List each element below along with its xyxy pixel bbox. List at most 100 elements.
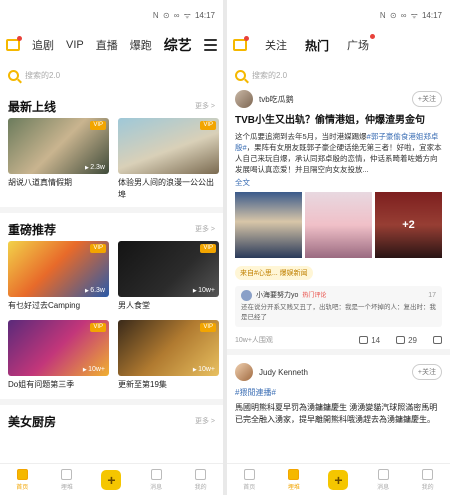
video-title: 胡说八道真情假期 [8, 178, 72, 187]
follow-button[interactable]: +关注 [411, 91, 442, 107]
avatar [241, 290, 252, 301]
tab-variety[interactable]: 综艺 [164, 35, 192, 55]
section-header: 重磅推荐 更多 > [0, 217, 223, 241]
comment-count: 29 [408, 335, 417, 345]
bookmark-icon [288, 468, 300, 480]
full-text-link[interactable]: 全文 [227, 177, 450, 188]
comment-button[interactable]: 29 [396, 336, 417, 345]
author-name[interactable]: tvb吃瓜鹅 [259, 94, 406, 105]
status-bar: N ⊙ ∞ ᯤ 14:17 [0, 0, 223, 30]
tab-community[interactable]: 埋堆 [52, 468, 82, 491]
video-title: 体验男人间的浪漫一公公出埠 [118, 178, 214, 199]
play-count: 6.3w [85, 287, 105, 294]
clock: 14:17 [194, 10, 215, 20]
avatar[interactable] [235, 90, 253, 108]
post-text: 这个瓜要追溯到去年5月，当时港媒踢爆 [235, 132, 367, 141]
tab-vip[interactable]: VIP [66, 39, 84, 51]
divider [227, 349, 450, 355]
section-title: 重磅推荐 [8, 222, 57, 237]
video-card[interactable]: VIP 6.3w 有乜好过去Camping [8, 241, 109, 312]
vip-badge: VIP [200, 244, 216, 253]
post-image[interactable] [235, 192, 302, 258]
comment-user: 小海要努力yo [256, 291, 299, 299]
tab-create[interactable]: + [96, 469, 126, 490]
hot-comment[interactable]: 小海要努力yo 热门评论 17 还在说分开系又贱又丑了，出轨吧：我是一个坏掉的人… [235, 286, 442, 327]
topic-tag[interactable]: 来自#心思... 爆娱新闻 [235, 266, 313, 280]
bookmark-icon [61, 468, 73, 480]
home-icon [16, 468, 28, 480]
avatar[interactable] [235, 363, 253, 381]
tab-following[interactable]: 关注 [265, 37, 287, 53]
tab-messages[interactable]: 消息 [141, 468, 171, 491]
video-card[interactable]: VIP 10w+ 男人食堂 [118, 241, 219, 312]
menu-icon[interactable] [204, 39, 217, 51]
tab-profile[interactable]: 我的 [186, 468, 216, 491]
video-title: 更新至第19集 [118, 380, 167, 389]
post-title[interactable]: TVB小生又出轨？偷情港姐，仲爆渣男金句 [227, 112, 450, 129]
comment-text: 还在说分开系又贱又丑了，出轨吧：我是一个坏掉的人：复出时：我是已经了 [241, 304, 436, 321]
author-name[interactable]: Judy Kenneth [259, 368, 406, 377]
tab-square[interactable]: 广场 [347, 34, 376, 53]
post-actions: 10w+人围观 14 29 [227, 331, 450, 349]
tab-label: 首页 [243, 484, 256, 491]
hot-comment-tag: 热门评论 [302, 292, 327, 299]
vip-badge: VIP [200, 323, 216, 332]
video-card[interactable]: VIP 10w+ 更新至第19集 [118, 320, 219, 391]
tab-community[interactable]: 埋堆 [279, 468, 309, 491]
post-image[interactable] [305, 192, 372, 258]
tab-label: 我的 [421, 484, 434, 491]
search-placeholder: 搜索的2.0 [25, 70, 61, 80]
tab-profile[interactable]: 我的 [413, 468, 443, 491]
video-thumbnail: VIP 10w+ [118, 241, 219, 297]
share-button[interactable] [433, 336, 442, 344]
status-bar: N ⊙ ∞ ᯤ 14:17 [227, 0, 450, 30]
tab-label: 消息 [150, 484, 163, 491]
video-card[interactable]: VIP 2.3w 胡说八道真情假期 [8, 118, 109, 201]
post-body[interactable]: 馬國明熊科夏早罚為湧鏞鏞慶生 湧湧變貓汽球照滿密馬明已完全融入湧家，提早離開熊科… [227, 400, 450, 428]
search-icon [235, 69, 246, 81]
video-thumbnail: VIP 10w+ [8, 320, 109, 376]
message-icon [377, 468, 389, 480]
search-bar[interactable]: 搜索的2.0 [233, 64, 444, 86]
channel-icon[interactable] [233, 36, 249, 51]
tab-drama[interactable]: 追剧 [32, 37, 54, 53]
tab-hot[interactable]: 热门 [305, 37, 329, 54]
clock: 14:17 [421, 10, 442, 20]
play-count: 2.3w [85, 164, 105, 171]
more-link[interactable]: 更多 > [195, 416, 215, 426]
post-body[interactable]: 这个瓜要追溯到去年5月，当时港媒踢爆#郭子豪偷食港姐郑卓殷#，果阵有女朋友既郭子… [227, 129, 450, 177]
video-thumbnail: VIP [118, 118, 219, 174]
more-link[interactable]: 更多 > [195, 224, 215, 234]
video-card[interactable]: VIP 体验男人间的浪漫一公公出埠 [118, 118, 219, 201]
tab-live[interactable]: 直播 [96, 37, 118, 53]
video-thumbnail: VIP 10w+ [118, 320, 219, 376]
divider [0, 207, 223, 213]
vip-badge: VIP [90, 244, 106, 253]
video-card[interactable]: VIP 10w+ Do姐有问题第三季 [8, 320, 109, 391]
tab-home[interactable]: 首页 [7, 468, 37, 491]
more-link[interactable]: 更多 > [195, 101, 215, 111]
signal-icons: N ⊙ ∞ ᯤ [152, 10, 192, 20]
post-author: Judy Kenneth +关注 [227, 359, 450, 385]
post-images: +2 [227, 188, 450, 262]
tab-hot[interactable]: 爆跑 [130, 37, 152, 53]
top-nav: 关注 热门 广场 [227, 30, 450, 60]
profile-icon [195, 468, 207, 480]
signal-icons: N ⊙ ∞ ᯤ [379, 10, 419, 20]
tab-home[interactable]: 首页 [234, 468, 264, 491]
hashtag-link[interactable]: #猥閒連播# [227, 385, 450, 400]
post-image[interactable]: +2 [375, 192, 442, 258]
left-screen: N ⊙ ∞ ᯤ 14:17 追剧 VIP 直播 爆跑 综艺 搜索的2.0 最新上… [0, 0, 223, 495]
comment-icon [396, 336, 406, 344]
like-button[interactable]: 14 [359, 336, 380, 345]
video-title: 男人食堂 [118, 301, 150, 310]
channel-icon[interactable] [6, 36, 22, 51]
view-count: 10w+人围观 [235, 337, 273, 344]
section-header: 最新上线 更多 > [0, 94, 223, 118]
post-text: ，果阵有女朋友既郭子豪企硬话绝无第三者！好啦，宜家本人自己来玩自爆，承认同郑卓殷… [235, 143, 442, 174]
follow-button[interactable]: +关注 [411, 364, 442, 380]
tab-messages[interactable]: 消息 [368, 468, 398, 491]
tab-create[interactable]: + [323, 469, 353, 490]
vip-badge: VIP [200, 121, 216, 130]
search-bar[interactable]: 搜索的2.0 [6, 64, 217, 86]
